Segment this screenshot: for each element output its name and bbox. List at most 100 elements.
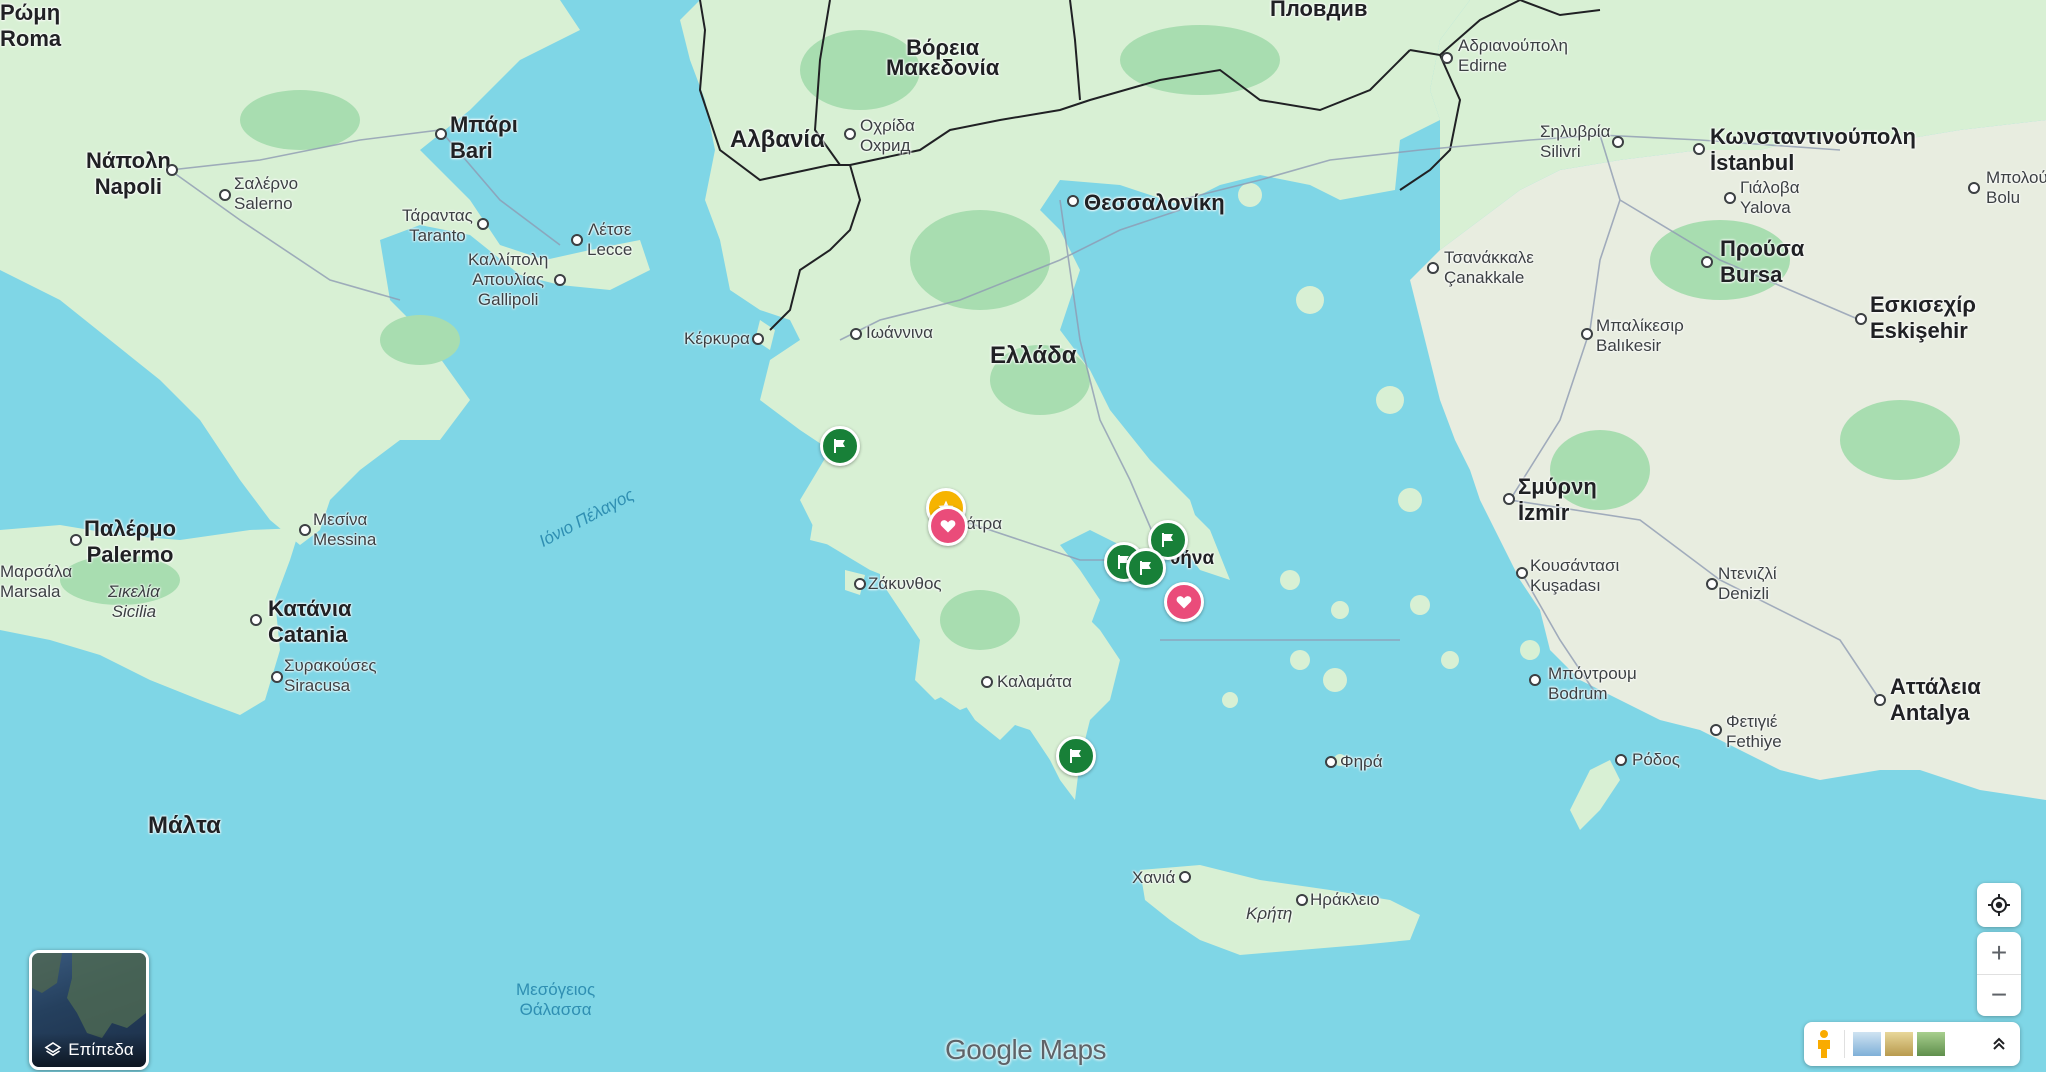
city-label-plovdiv[interactable]: Пловдив (1270, 0, 1367, 22)
city-dot-yalova (1724, 192, 1736, 204)
map-canvas[interactable]: Ρώμη Roma Νάπολη Napoli Μπάρι Bari Σαλέρνο S… (0, 0, 2046, 1072)
city-label-bolu[interactable]: Μπολού Bolu (1986, 168, 2046, 208)
city-dot-lecce (571, 234, 583, 246)
city-dot-rodos (1615, 754, 1627, 766)
flag-icon (1070, 749, 1081, 763)
city-label-patra[interactable]: άτρα (966, 514, 1002, 534)
country-label-albania[interactable]: Αλβανία (730, 128, 825, 152)
city-label-kalamata[interactable]: Καλαμάτα (997, 672, 1072, 692)
layers-button[interactable]: Επίπεδα (29, 950, 149, 1070)
city-label-irakleio[interactable]: Ηράκλειο (1310, 890, 1380, 910)
city-label-antalya[interactable]: Αττάλεια Antalya (1890, 674, 1981, 726)
island-label-kriti[interactable]: Κρήτη (1246, 904, 1292, 924)
city-label-ohrid[interactable]: Οχρίδα Охрид (860, 116, 915, 156)
city-label-silivri[interactable]: Σηλυβρία Silivri (1540, 122, 1610, 162)
city-dot-thessaloniki (1067, 195, 1079, 207)
city-label-thessaloniki[interactable]: Θεσσαλονίκη (1084, 190, 1225, 216)
city-label-salerno[interactable]: Σαλέρνο Salerno (234, 174, 298, 214)
city-dot-irakleio (1296, 894, 1308, 906)
pegman-button[interactable] (1804, 1022, 1844, 1066)
city-dot-kusadasi (1516, 567, 1528, 579)
flag-icon (1140, 561, 1151, 575)
city-dot-bodrum (1529, 674, 1541, 686)
favorite-place-marker[interactable] (1164, 582, 1204, 622)
city-dot-chania (1179, 871, 1191, 883)
city-label-bari[interactable]: Μπάρι Bari (450, 112, 518, 164)
city-label-messina[interactable]: Μεσίνα Messina (313, 510, 376, 550)
city-label-kerkyra[interactable]: Κέρκυρα (684, 329, 750, 349)
map-type-thumbnails[interactable] (1853, 1032, 1945, 1056)
city-label-fira[interactable]: Φηρά (1340, 752, 1383, 772)
city-label-istanbul[interactable]: Κωνσταντινούπολη İstanbul (1710, 124, 1916, 176)
city-dot-gallipoli (554, 274, 566, 286)
google-maps-logo: Google Maps (945, 1034, 1107, 1066)
city-label-denizli[interactable]: Ντενιζλί Denizli (1718, 564, 1777, 604)
flag-icon (1162, 533, 1173, 547)
island-label-sicilia[interactable]: Σικελία Sicilia (108, 582, 160, 622)
city-label-zakynthos[interactable]: Ζάκυνθος (868, 574, 942, 594)
city-label-palermo[interactable]: Παλέρμο Palermo (84, 516, 176, 568)
country-label-malta[interactable]: Μάλτα (148, 814, 221, 838)
layers-text: Επίπεδα (68, 1040, 134, 1059)
terrain-thumb[interactable] (1885, 1032, 1913, 1056)
city-label-siracusa[interactable]: Συρακούσες Siracusa (284, 656, 377, 696)
city-label-balikesir[interactable]: Μπαλίκεσιρ Balıkesir (1596, 316, 1684, 356)
sea-label-mediterranean: Μεσόγειος Θάλασσα (516, 980, 596, 1019)
city-label-canakkale[interactable]: Τσανάκκαλε Çanakkale (1444, 248, 1534, 288)
city-label-rodos[interactable]: Ρόδος (1632, 750, 1680, 770)
saved-place-marker[interactable] (1126, 548, 1166, 588)
city-label-catania[interactable]: Κατάνια Catania (268, 596, 352, 648)
city-label-fethiye[interactable]: Φετιγιέ Fethiye (1726, 712, 1782, 752)
city-label-eskisehir[interactable]: Εσκισεχίρ Eskişehir (1870, 292, 1976, 344)
imagery-thumb[interactable] (1853, 1032, 1881, 1056)
city-label-bodrum[interactable]: Μπόντρουμ Bodrum (1548, 664, 1637, 704)
saved-place-marker[interactable] (820, 426, 860, 466)
layers-label: Επίπεδα (32, 1033, 146, 1067)
city-label-chania[interactable]: Χανιά (1132, 868, 1175, 888)
city-label-marsala[interactable]: Μαρσάλα Marsala (0, 562, 72, 602)
city-dot-siracusa (271, 671, 283, 683)
city-dot-istanbul (1693, 143, 1705, 155)
city-dot-ohrid (844, 128, 856, 140)
zoom-out-button[interactable]: − (1977, 975, 2021, 1016)
saved-place-marker[interactable] (1056, 736, 1096, 776)
city-label-yalova[interactable]: Γιάλοβα Yalova (1740, 178, 1800, 218)
city-label-ioannina[interactable]: Ιωάννινα (866, 323, 933, 343)
city-label-izmir[interactable]: Σμύρνη İzmir (1518, 474, 1597, 526)
city-label-bursa[interactable]: Προύσα Bursa (1720, 236, 1804, 288)
country-label-greece[interactable]: Ελλάδα (990, 344, 1076, 368)
city-label-roma[interactable]: Ρώμη Roma (0, 0, 61, 52)
expand-up-icon (1993, 1037, 2005, 1050)
city-dot-izmir (1503, 493, 1515, 505)
city-dot-catania (250, 614, 262, 626)
city-label-edirne[interactable]: Αδριανούπολη Edirne (1458, 36, 1568, 76)
city-label-kusadasi[interactable]: Κουσάντασι Kuşadası (1530, 556, 1619, 596)
toolbar-divider (1844, 1030, 1845, 1058)
city-label-napoli[interactable]: Νάπολη Napoli (86, 148, 171, 200)
heart-icon (940, 520, 956, 533)
city-dot-balikesir (1581, 328, 1593, 340)
city-dot-salerno (219, 189, 231, 201)
favorite-place-marker[interactable] (928, 506, 968, 546)
satellite-thumb[interactable] (1917, 1032, 1945, 1056)
city-dot-kerkyra (752, 333, 764, 345)
city-dot-canakkale (1427, 262, 1439, 274)
city-dot-bari (435, 128, 447, 140)
city-dot-kalamata (981, 676, 993, 688)
expand-button[interactable] (1984, 1022, 2014, 1066)
country-label-north-macedonia[interactable]: Βόρεια Μακεδονία (886, 37, 999, 79)
city-label-lecce[interactable]: Λέτσε Lecce (587, 220, 632, 260)
city-dot-edirne (1441, 52, 1453, 64)
city-dot-napoli (166, 164, 178, 176)
layers-icon (44, 1042, 62, 1057)
city-dot-silivri (1612, 136, 1624, 148)
city-label-taranto[interactable]: Τάραντας Taranto (402, 206, 473, 246)
city-dot-messina (299, 524, 311, 536)
zoom-in-button[interactable]: + (1977, 933, 2021, 975)
flag-icon (834, 439, 845, 453)
city-label-gallipoli[interactable]: Καλλίπολη Απουλίας Gallipoli (468, 250, 548, 310)
city-dot-zakynthos (854, 578, 866, 590)
city-dot-bursa (1701, 256, 1713, 268)
my-location-button[interactable] (1977, 883, 2021, 927)
city-dot-palermo (70, 534, 82, 546)
